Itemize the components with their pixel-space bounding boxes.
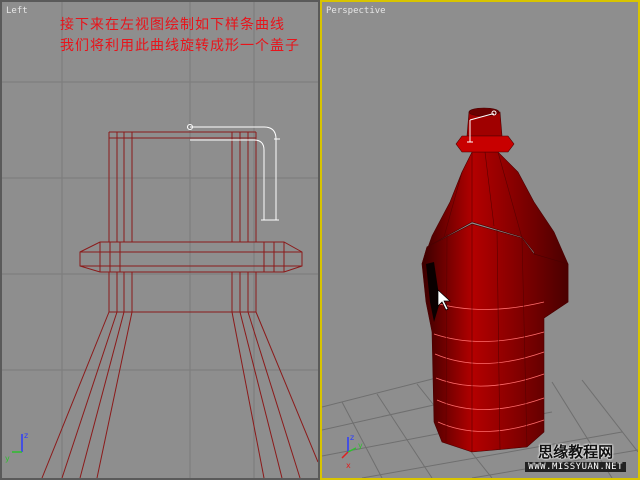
axis-x-label: x: [346, 461, 351, 470]
axis-z-label: z: [350, 433, 354, 442]
bottle-model[interactable]: [421, 107, 569, 453]
perspective-viewport[interactable]: z y x Perspective 思缘教程网 WWW.MISSYUAN.NET: [320, 0, 640, 480]
watermark-url: WWW.MISSYUAN.NET: [525, 462, 626, 472]
annotation-line-1: 接下来在左视图绘制如下样条曲线: [60, 17, 285, 33]
left-viewport-canvas[interactable]: z y: [2, 2, 318, 478]
axis-tripod-left: [12, 434, 23, 453]
axis-y-label: y: [358, 441, 363, 450]
axis-y-label: y: [5, 454, 10, 463]
bottle-wireframe-left: [41, 131, 318, 478]
annotation-line-2: 我们将利用此曲线旋转成形一个盖子: [60, 38, 300, 54]
watermark-title: 思缘教程网: [538, 443, 614, 461]
spline-curve[interactable]: [187, 124, 281, 221]
viewport-grid: [2, 2, 318, 478]
left-viewport[interactable]: z y Left 接下来在左视图绘制如下样条曲线 我们将利用此曲线旋转成形一个盖…: [0, 0, 320, 480]
viewport-label-perspective[interactable]: Perspective: [326, 6, 386, 16]
watermark: 思缘教程网 WWW.MISSYUAN.NET: [525, 441, 626, 472]
axis-z-label: z: [24, 431, 28, 440]
perspective-viewport-canvas[interactable]: z y x: [322, 2, 638, 478]
viewport-label-left[interactable]: Left: [6, 6, 28, 16]
